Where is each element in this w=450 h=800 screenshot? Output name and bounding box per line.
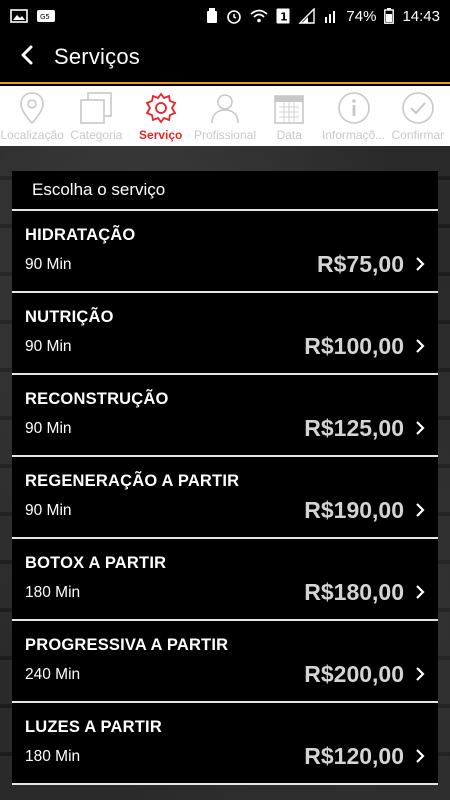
service-item-progressiva[interactable]: PROGRESSIVA A PARTIR 240 Min R$200,00 — [12, 621, 438, 703]
app-bar: Serviços — [0, 32, 450, 84]
service-item-luzes[interactable]: LUZES A PARTIR 180 Min R$120,00 — [12, 703, 438, 785]
service-name: NUTRIÇÃO — [25, 308, 114, 326]
step-label: Data — [276, 128, 302, 142]
services-panel: Escolha o serviço HIDRATAÇÃO 90 Min R$75… — [12, 171, 438, 785]
chevron-right-icon — [412, 336, 428, 356]
sim-lock-icon — [206, 8, 218, 24]
status-left: G5 — [10, 9, 56, 23]
check-circle-icon — [401, 90, 435, 126]
panel-header: Escolha o serviço — [12, 171, 438, 211]
back-arrow-icon — [20, 45, 34, 70]
notification-count-text: 1 — [280, 11, 288, 24]
service-price: R$180,00 — [304, 579, 404, 605]
service-item-hidratacao[interactable]: HIDRATAÇÃO 90 Min R$75,00 — [12, 211, 438, 293]
step-label: Profissional — [193, 128, 256, 142]
chevron-right-icon — [412, 664, 428, 684]
service-duration: 90 Min — [25, 338, 72, 355]
step-label: Localização — [0, 128, 64, 142]
status-right: 1 74% 14:43 — [206, 8, 440, 25]
category-icon — [79, 90, 113, 126]
step-label: Serviço — [139, 128, 183, 142]
wifi-icon — [250, 9, 269, 23]
signal-strength-icon — [324, 8, 338, 24]
signal-icon — [298, 8, 316, 24]
chevron-right-icon — [412, 418, 428, 438]
step-categoria[interactable]: Categoria — [64, 86, 128, 146]
battery-percent: 74% — [346, 7, 377, 25]
step-label: Informaçõ... — [321, 128, 386, 142]
service-duration: 240 Min — [25, 666, 81, 683]
service-item-botox[interactable]: BOTOX A PARTIR 180 Min R$180,00 — [12, 539, 438, 621]
service-price: R$120,00 — [304, 743, 404, 769]
service-name: RECONSTRUÇÃO — [25, 390, 169, 408]
status-bar: G5 1 74% 14:43 — [0, 0, 450, 32]
service-price: R$200,00 — [304, 661, 404, 687]
service-name: PROGRESSIVA A PARTIR — [25, 636, 229, 654]
service-name: LUZES A PARTIR — [25, 718, 162, 736]
service-price: R$75,00 — [317, 251, 404, 277]
service-price: R$100,00 — [304, 333, 404, 359]
page-title: Serviços — [54, 44, 140, 69]
notification-count-badge: 1 — [276, 8, 290, 24]
service-duration: 90 Min — [25, 420, 72, 437]
calendar-icon — [273, 90, 305, 126]
chevron-right-icon — [412, 500, 428, 520]
gear-icon — [144, 90, 178, 126]
content-area[interactable]: Escolha o serviço HIDRATAÇÃO 90 Min R$75… — [0, 146, 450, 800]
service-duration: 90 Min — [25, 256, 72, 273]
info-icon — [337, 90, 371, 126]
person-icon — [210, 90, 240, 126]
step-localizacao[interactable]: Localização — [0, 86, 64, 146]
service-item-regeneracao[interactable]: REGENERAÇÃO A PARTIR 90 Min R$190,00 — [12, 457, 438, 539]
clock: 14:43 — [402, 7, 440, 25]
step-confirmar[interactable]: Confirmar — [386, 86, 450, 146]
service-duration: 180 Min — [25, 748, 81, 765]
service-name: REGENERAÇÃO A PARTIR — [25, 472, 240, 490]
back-button[interactable] — [0, 31, 54, 83]
alarm-icon — [226, 8, 242, 24]
service-name: BOTOX A PARTIR — [25, 554, 167, 572]
step-informacoes[interactable]: Informaçõ... — [321, 86, 385, 146]
chevron-right-icon — [412, 254, 428, 274]
service-item-reconstrucao[interactable]: RECONSTRUÇÃO 90 Min R$125,00 — [12, 375, 438, 457]
service-item-nutricao[interactable]: NUTRIÇÃO 90 Min R$100,00 — [12, 293, 438, 375]
step-label: Confirmar — [391, 128, 445, 142]
step-label: Categoria — [70, 128, 123, 142]
step-data[interactable]: Data — [257, 86, 321, 146]
service-price: R$190,00 — [304, 497, 404, 523]
chevron-right-icon — [412, 746, 428, 766]
step-servico[interactable]: Serviço — [129, 86, 193, 146]
service-price: R$125,00 — [304, 415, 404, 441]
location-pin-icon — [19, 90, 45, 126]
image-notification-icon — [10, 9, 28, 23]
chevron-right-icon — [412, 582, 428, 602]
service-duration: 180 Min — [25, 584, 81, 601]
booking-stepper: Localização Categoria Serviço Profission… — [0, 86, 450, 146]
service-duration: 90 Min — [25, 502, 72, 519]
step-profissional[interactable]: Profissional — [193, 86, 257, 146]
battery-icon — [384, 8, 395, 24]
svg-text:G5: G5 — [40, 13, 50, 21]
sim-card-notification-icon: G5 — [36, 9, 56, 23]
service-name: HIDRATAÇÃO — [25, 226, 136, 244]
